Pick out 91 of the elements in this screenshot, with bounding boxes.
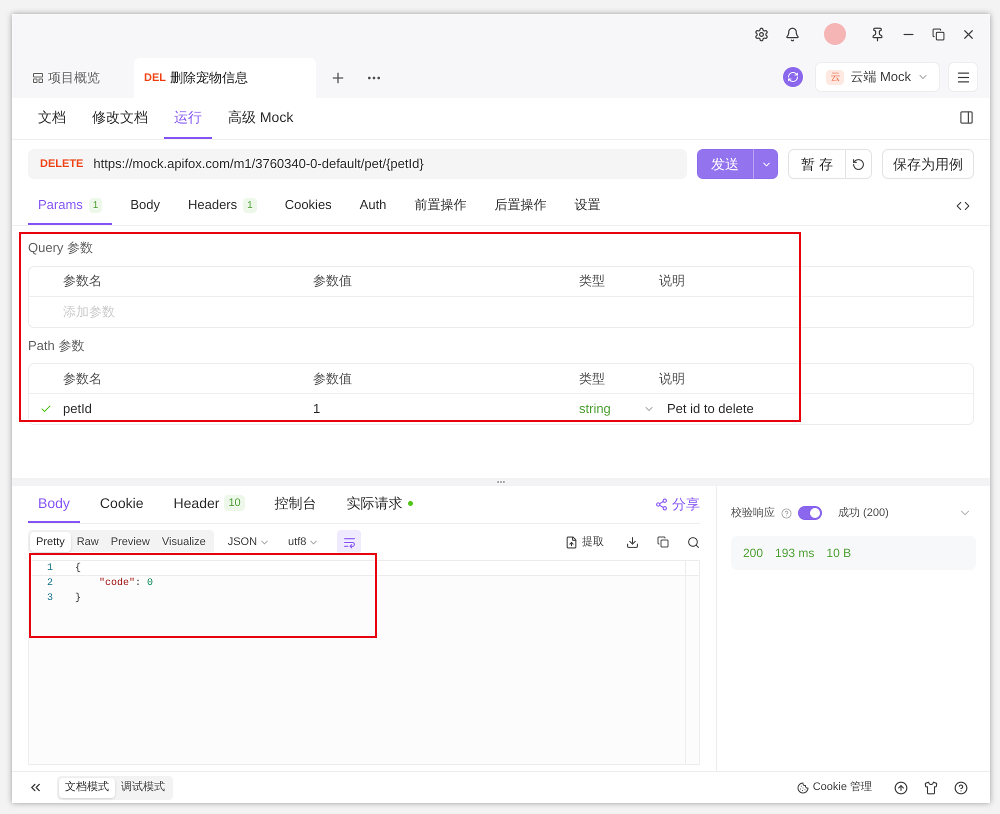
param-tab[interactable]: Body bbox=[120, 187, 170, 225]
mode-tab[interactable]: 调试模式 bbox=[115, 778, 171, 798]
reset-button[interactable] bbox=[846, 149, 872, 179]
document-tab[interactable]: 项目概览 bbox=[22, 58, 132, 98]
view-mode-tab[interactable]: Pretty bbox=[30, 532, 71, 552]
save-case-button[interactable]: 保存为用例 bbox=[882, 149, 974, 179]
restore-icon[interactable] bbox=[932, 28, 945, 40]
save-button[interactable]: 暂 存 bbox=[788, 149, 846, 179]
view-tab[interactable]: 运行 bbox=[164, 97, 212, 139]
section-title: Query 参数 bbox=[28, 239, 94, 257]
layout-icon bbox=[32, 72, 44, 84]
table-cell-text: Pet id to delete bbox=[666, 400, 755, 418]
section-title: Path 参数 bbox=[28, 336, 86, 354]
format-select[interactable]: JSON bbox=[220, 534, 278, 550]
code-line: } bbox=[74, 592, 82, 606]
view-mode-tab[interactable]: Preview bbox=[104, 532, 156, 552]
stat-value: 200 bbox=[743, 545, 764, 562]
view-mode-tab[interactable]: Raw bbox=[70, 532, 105, 552]
pin-icon[interactable] bbox=[870, 26, 885, 42]
copy-icon[interactable] bbox=[657, 536, 669, 548]
status-select[interactable]: 成功 (200) bbox=[838, 504, 889, 522]
code-line: { bbox=[74, 562, 82, 576]
view-tab[interactable]: 修改文档 bbox=[82, 97, 158, 139]
code-icon[interactable] bbox=[956, 199, 970, 213]
column-header: 参数名 bbox=[62, 272, 103, 290]
stat-value: 10 B bbox=[826, 545, 852, 562]
menu-icon bbox=[956, 70, 970, 84]
settings-icon[interactable] bbox=[754, 26, 769, 42]
param-tab[interactable]: Headers 1 bbox=[178, 187, 267, 225]
param-tab[interactable]: Auth bbox=[350, 187, 396, 225]
param-tab[interactable]: Params 1 bbox=[28, 187, 112, 225]
environment-select[interactable]: 云 云端 Mock bbox=[815, 62, 940, 92]
view-tab[interactable]: 文档 bbox=[28, 97, 76, 139]
column-header: 说明 bbox=[659, 370, 686, 388]
reset-icon bbox=[852, 158, 865, 170]
send-dropdown-button[interactable] bbox=[753, 149, 778, 179]
column-header: 类型 bbox=[579, 272, 606, 290]
file-upload-icon bbox=[565, 536, 578, 548]
param-tab[interactable]: 前置操作 bbox=[404, 187, 476, 225]
wrap-toggle[interactable] bbox=[337, 530, 362, 554]
column-header: 参数值 bbox=[312, 370, 353, 388]
validation-label: 校验响应 bbox=[731, 506, 775, 521]
view-tab[interactable]: 高级 Mock bbox=[218, 97, 304, 139]
validation-toggle[interactable] bbox=[798, 506, 822, 520]
code-line: "code": 0 bbox=[98, 576, 154, 591]
response-tab[interactable]: Header 10 bbox=[164, 485, 255, 523]
sync-icon[interactable] bbox=[783, 67, 804, 87]
document-tab[interactable]: DEL 删除宠物信息 bbox=[134, 58, 316, 98]
view-mode-tab[interactable]: Visualize bbox=[156, 532, 212, 552]
share-icon bbox=[655, 498, 668, 510]
column-header: 说明 bbox=[659, 272, 686, 290]
search-icon[interactable] bbox=[687, 536, 700, 548]
share-link[interactable]: 分享 bbox=[655, 485, 700, 523]
response-tab[interactable]: Cookie bbox=[90, 485, 154, 523]
download-icon[interactable] bbox=[626, 536, 639, 548]
add-tab-icon[interactable] bbox=[330, 70, 346, 86]
stat-value: 193 ms bbox=[775, 545, 814, 562]
mode-tab[interactable]: 文档模式 bbox=[59, 778, 115, 798]
extract-button[interactable]: 提取 bbox=[565, 534, 604, 550]
upload-icon[interactable] bbox=[894, 780, 908, 794]
column-header: 参数名 bbox=[62, 370, 103, 388]
cookie-manager-button[interactable]: Cookie 管理 bbox=[796, 779, 872, 796]
menu-button[interactable] bbox=[948, 62, 978, 92]
tab-label: 项目概览 bbox=[48, 69, 100, 88]
column-header: 类型 bbox=[579, 370, 606, 388]
response-tab[interactable]: 实际请求 bbox=[336, 485, 423, 523]
url-field[interactable]: DELETE https://mock.apifox.com/m1/3760340-0-default/pet/{petId} bbox=[28, 149, 687, 179]
param-tab[interactable]: 设置 bbox=[564, 187, 610, 225]
param-tab[interactable]: 后置操作 bbox=[484, 187, 556, 225]
column-header: 参数值 bbox=[312, 272, 353, 290]
response-tab[interactable]: 控制台 bbox=[264, 485, 327, 523]
panel-icon[interactable] bbox=[959, 110, 974, 125]
line-number: 1 bbox=[46, 562, 53, 576]
help-icon[interactable] bbox=[954, 780, 968, 794]
check-icon[interactable] bbox=[40, 403, 52, 415]
send-button[interactable]: 发送 bbox=[697, 149, 753, 179]
shirt-icon[interactable] bbox=[924, 780, 938, 794]
bell-icon[interactable] bbox=[785, 26, 800, 42]
cookie-icon bbox=[796, 782, 809, 794]
method-label: DEL bbox=[144, 70, 166, 86]
table-cell-text: 1 bbox=[312, 400, 322, 418]
table-cell-text: petId bbox=[63, 400, 93, 418]
tab-label: 删除宠物信息 bbox=[170, 69, 248, 88]
code-editor[interactable]: 1 { 2 "code": 0 3 } bbox=[28, 560, 700, 765]
wrap-icon bbox=[342, 536, 356, 548]
line-number: 2 bbox=[46, 577, 53, 591]
encoding-select[interactable]: utf8 bbox=[284, 534, 324, 550]
param-tab[interactable]: Cookies bbox=[274, 187, 342, 225]
line-number: 3 bbox=[46, 592, 53, 606]
method-label: DELETE bbox=[40, 156, 84, 172]
response-tab[interactable]: Body bbox=[28, 485, 80, 523]
